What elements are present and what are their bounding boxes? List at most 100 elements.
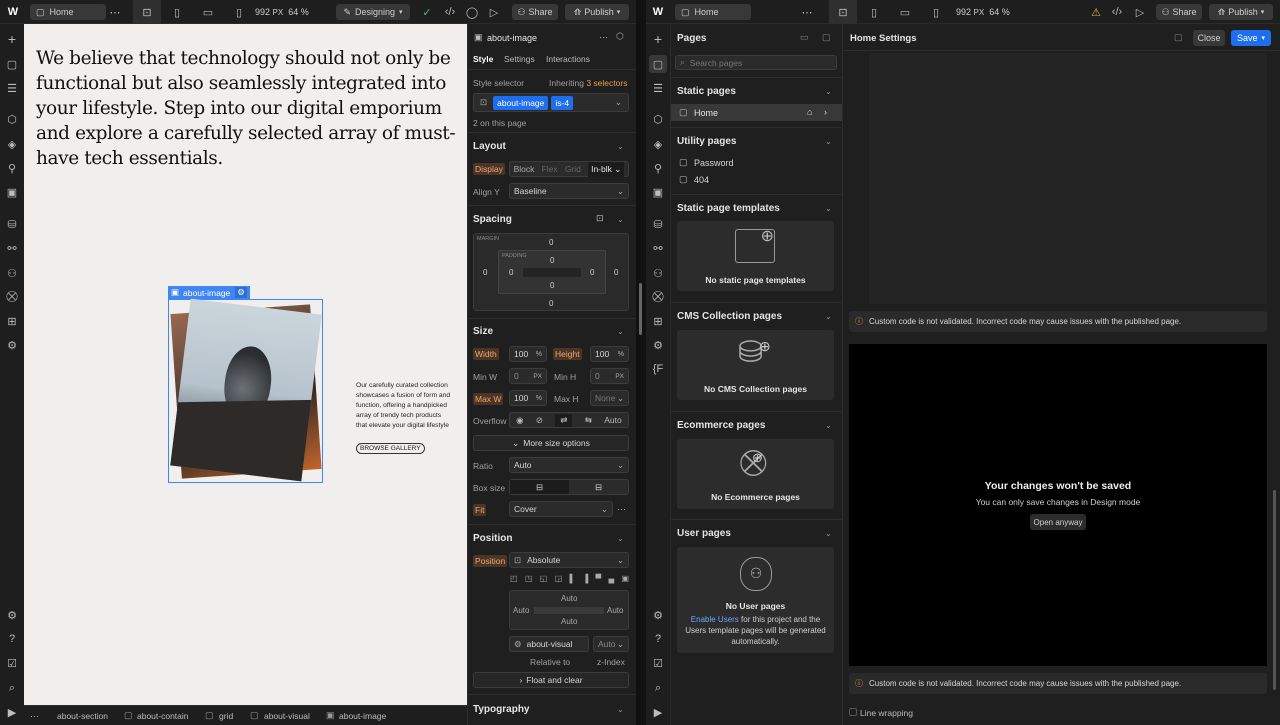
preset-top-icon[interactable]: ▀ (595, 574, 601, 586)
more-icon[interactable]: ⋯ (104, 1, 126, 23)
video-icon[interactable]: ▶ (3, 703, 21, 721)
utility-pages-title[interactable]: Utility pages (677, 136, 736, 147)
canvas-width[interactable]: 992 PX 64 % (956, 5, 1010, 19)
chevron-down-icon[interactable]: ⌄ (617, 142, 624, 151)
chevron-down-icon[interactable]: ⌄ (617, 534, 624, 543)
style-selectors-icon[interactable]: ◈ (3, 135, 21, 153)
align-y-select[interactable]: Baseline ⌄ (509, 183, 629, 199)
margin-right[interactable]: 0 (614, 268, 618, 277)
preset-bottom-icon[interactable]: ▄ (608, 574, 614, 586)
code-icon[interactable]: ‹/› (439, 1, 461, 23)
settings-icon[interactable]: ⚙ (649, 606, 667, 624)
box-size-segmented[interactable]: ⊟ ⊟ (509, 479, 629, 495)
line-wrapping-checkbox[interactable] (849, 708, 857, 716)
max-height-input[interactable]: None ⌄ (590, 390, 629, 406)
ecommerce-icon[interactable]: ⛒ (649, 288, 667, 306)
preset-right-icon[interactable]: ▐ (582, 574, 588, 586)
settings-scrollbar[interactable] (1273, 490, 1276, 690)
logic-icon[interactable]: ⚯ (649, 239, 667, 257)
breadcrumb-item[interactable]: about-image (339, 711, 386, 721)
add-element-icon[interactable]: + (649, 30, 667, 48)
chevron-down-icon[interactable]: ⌄ (825, 529, 832, 538)
class-chip-about-image[interactable]: about-image (493, 95, 549, 110)
templates-title[interactable]: Static page templates (677, 203, 780, 214)
preset-top-left-icon[interactable]: ◰ (510, 574, 518, 586)
pages-icon[interactable]: ▢ (3, 55, 21, 73)
duplicate-icon[interactable]: ▢ (1174, 32, 1183, 43)
chevron-right-icon[interactable]: › (824, 107, 827, 117)
components-icon[interactable]: ⬡ (649, 110, 667, 128)
padding-bottom[interactable]: 0 (550, 281, 554, 290)
new-page-icon[interactable]: ▢ (822, 32, 831, 43)
chevron-down-icon[interactable]: ⌄ (825, 137, 832, 146)
display-flex-option[interactable]: Flex (542, 164, 558, 174)
browse-gallery-button[interactable]: BROWSE GALLERY (356, 443, 425, 454)
code-editor-top[interactable] (849, 53, 1267, 304)
body-text[interactable]: Our carefully curated collection showcas… (356, 381, 454, 431)
comment-icon[interactable]: ◯ (461, 1, 483, 23)
cms-icon[interactable]: ⛁ (3, 215, 21, 233)
selector-field[interactable]: ⊡ about-image is-4 ⌄ (473, 93, 629, 112)
landscape-breakpoint-icon[interactable]: ▭ (894, 1, 916, 23)
preset-top-right-icon[interactable]: ◳ (525, 574, 533, 586)
chevron-down-icon[interactable]: ⌄ (617, 327, 624, 336)
breadcrumb-item[interactable]: about-section (57, 711, 108, 721)
check-circle-icon[interactable]: ✓ (416, 1, 438, 23)
position-top[interactable]: Auto (561, 594, 577, 603)
design-canvas[interactable]: We believe that technology should not on… (24, 24, 467, 705)
integrations-icon[interactable]: ⚙ (649, 336, 667, 354)
enable-users-link[interactable]: Enable Users (691, 615, 739, 624)
relative-to-select[interactable]: ⚙ about-visual (509, 636, 589, 652)
navigator-icon[interactable]: ☰ (3, 79, 21, 97)
max-width-input[interactable]: 100% (509, 390, 547, 406)
typography-section-title[interactable]: Typography (473, 704, 529, 715)
height-input[interactable]: 100% (590, 346, 629, 362)
user-pages-title[interactable]: User pages (677, 528, 731, 539)
webflow-logo-icon[interactable]: W (2, 1, 24, 23)
search-icon[interactable]: ⌕ (649, 679, 667, 697)
save-button[interactable]: Save ▾ (1231, 30, 1271, 46)
position-right[interactable]: Auto (607, 606, 623, 615)
z-index-input[interactable]: Auto ⌄ (593, 636, 629, 652)
float-clear-button[interactable]: › Float and clear (473, 672, 629, 688)
size-section-title[interactable]: Size (473, 326, 493, 337)
cms-icon[interactable]: ⛁ (649, 215, 667, 233)
min-height-input[interactable]: 0 PX (590, 368, 629, 384)
panel-more-icon[interactable]: ⋯ (599, 32, 608, 43)
overflow-scroll-icon[interactable]: ⇄ (555, 413, 573, 427)
spacing-preset-icon[interactable]: ⊡ (596, 213, 604, 224)
padding-top[interactable]: 0 (550, 256, 554, 265)
add-element-icon[interactable]: + (3, 30, 21, 48)
chevron-down-icon[interactable]: ⌄ (825, 312, 832, 321)
fit-select[interactable]: Cover ⌄ (509, 501, 613, 517)
new-folder-icon[interactable]: ▭ (800, 32, 809, 43)
ecommerce-icon[interactable]: ⛒ (3, 288, 21, 306)
navigator-icon[interactable]: ☰ (649, 79, 667, 97)
selection-badge[interactable]: ▣ about-image ⚙ (168, 286, 250, 299)
logic-icon[interactable]: ⚯ (3, 239, 21, 257)
help-icon[interactable]: ? (649, 630, 667, 648)
ecommerce-pages-title[interactable]: Ecommerce pages (677, 420, 765, 431)
desktop-breakpoint-icon[interactable]: ⊡ (829, 0, 857, 24)
warning-icon[interactable]: ⚠ (1085, 1, 1107, 23)
splitter-handle[interactable] (639, 283, 642, 335)
overflow-auto-option[interactable]: Auto (604, 415, 622, 425)
audit-icon[interactable]: ☑ (3, 654, 21, 672)
breadcrumb-item[interactable]: grid (219, 711, 233, 721)
overflow-visible-icon[interactable]: ◉ (516, 415, 523, 426)
page-switcher[interactable]: ▢ Home (30, 4, 106, 20)
pages-icon[interactable]: ▢ (649, 55, 667, 73)
preset-left-icon[interactable]: ▌ (570, 574, 576, 586)
close-button[interactable]: Close (1193, 30, 1225, 46)
overflow-horizontal-icon[interactable]: ⇆ (585, 415, 592, 426)
share-button[interactable]: ⚇ Share (512, 4, 558, 20)
breadcrumb-item[interactable]: about-contain (137, 711, 189, 721)
tab-style[interactable]: Style (473, 54, 493, 64)
breadcrumb-more-icon[interactable]: ⋯ (30, 711, 39, 722)
class-chip-is-4[interactable]: is-4 (551, 95, 574, 110)
display-inline-block-option[interactable]: In-blk ⌄ (588, 161, 625, 177)
page-item-404[interactable]: 404 (694, 175, 709, 185)
mode-dropdown[interactable]: ✎ Designing ▾ (336, 4, 410, 20)
assets-icon[interactable]: ▣ (3, 183, 21, 201)
custom-code-icon[interactable]: {F (649, 360, 667, 378)
